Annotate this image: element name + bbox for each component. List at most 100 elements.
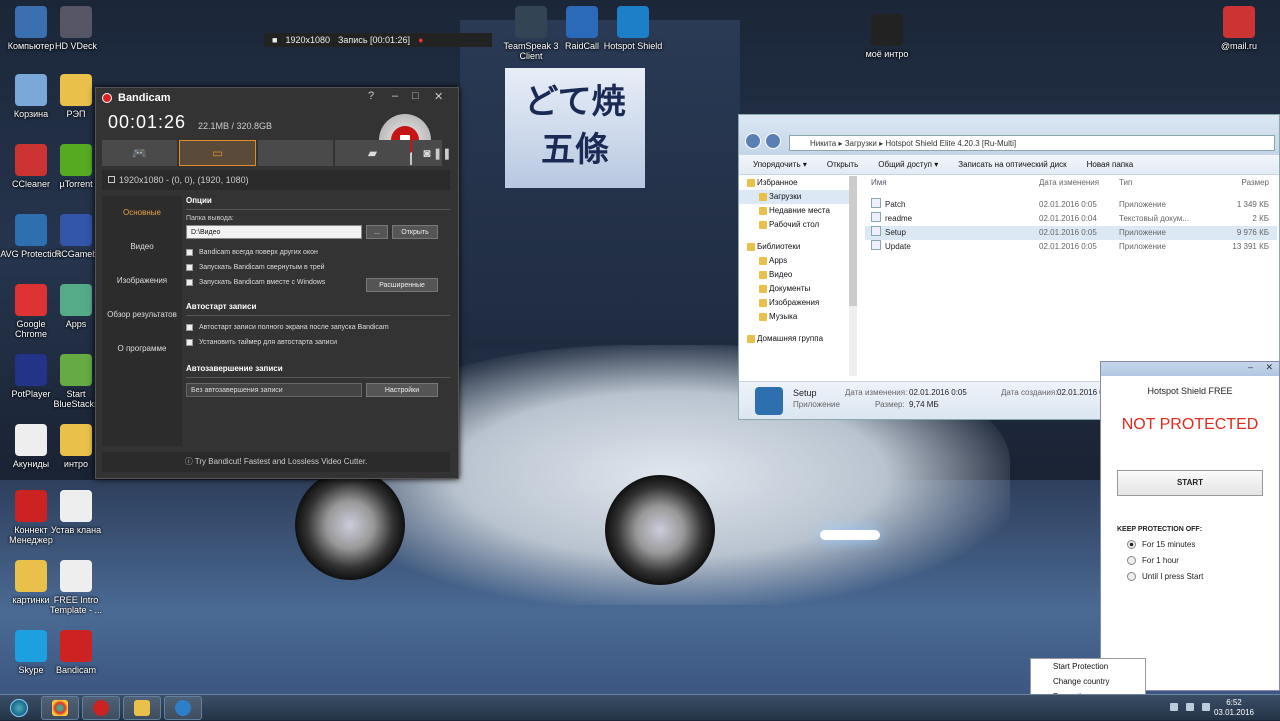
nav-item[interactable]: Избранное	[739, 176, 857, 190]
nav-item[interactable]: Музыка	[739, 310, 857, 324]
minimize-icon[interactable]: –	[392, 90, 398, 102]
checkbox-row[interactable]: Запускать Bandicam свернутым в трей	[186, 260, 450, 275]
file-row[interactable]: Patch 02.01.2016 0:05 Приложение 1 349 КБ	[865, 198, 1277, 212]
pause-icon[interactable]: ❚❚	[433, 147, 451, 160]
bandicut-promo[interactable]: ⓘ Try Bandicut! Fastest and Lossless Vid…	[102, 452, 450, 472]
details-modified-label: Дата изменения:	[845, 388, 908, 397]
start-button[interactable]	[2, 695, 36, 721]
record-icon[interactable]: ●	[418, 33, 423, 47]
toolbar-item[interactable]: Упорядочить ▾	[753, 155, 807, 174]
side-menu-item[interactable]: Изображения	[102, 264, 182, 298]
desktop-icon[interactable]: Bandicam	[45, 630, 107, 675]
nav-item[interactable]: Документы	[739, 282, 857, 296]
advanced-button[interactable]: Расширенные	[366, 278, 438, 292]
minimize-icon[interactable]: –	[1248, 362, 1253, 372]
bandicam-recording-bar[interactable]: ■ 1920x1080 Запись [00:01:26] ●	[264, 33, 492, 47]
file-row[interactable]: readme 02.01.2016 0:04 Текстовый докум... 2…	[865, 212, 1277, 226]
checkbox-row[interactable]: Bandicam всегда поверх других окон	[186, 245, 450, 260]
app-icon	[60, 144, 92, 176]
nav-item[interactable]: Библиотеки	[739, 240, 857, 254]
forward-icon[interactable]	[765, 133, 781, 149]
desktop-icon-label: моё интро	[865, 49, 909, 59]
checkbox-row[interactable]: Автостарт записи полного экрана после за…	[186, 320, 450, 335]
app-icon	[60, 560, 92, 592]
checkbox-row[interactable]: Установить таймер для автостарта записи	[186, 335, 450, 350]
column-header[interactable]: Дата изменения	[1039, 176, 1119, 190]
close-icon[interactable]: ✕	[434, 90, 443, 103]
back-icon[interactable]	[745, 133, 761, 149]
device-mode-tab[interactable]	[258, 140, 333, 166]
hotspot-title: Hotspot Shield FREE	[1147, 386, 1233, 396]
help-icon[interactable]: ?	[368, 90, 374, 102]
desktop-icon[interactable]: @mail.ru	[1208, 6, 1270, 51]
context-menu-item[interactable]: Change country	[1031, 674, 1145, 689]
file-row[interactable]: Update 02.01.2016 0:05 Приложение 13 391 КБ	[865, 240, 1277, 254]
taskbar-explorer[interactable]	[123, 696, 161, 720]
nav-item[interactable]: Рабочий стол	[739, 218, 857, 232]
desktop-icon[interactable]: моё интро	[856, 14, 918, 59]
toolbar-item[interactable]: Открыть	[827, 155, 858, 174]
column-header[interactable]: Размер	[1211, 176, 1270, 190]
toolbar-item[interactable]: Общий доступ ▾	[878, 155, 938, 174]
app-icon	[871, 14, 903, 46]
nav-item[interactable]: Недавние места	[739, 204, 857, 218]
volume-icon[interactable]	[1202, 703, 1210, 711]
side-menu-item[interactable]: Видео	[102, 230, 182, 264]
app-icon	[60, 354, 92, 386]
maximize-icon[interactable]: □	[412, 90, 419, 102]
taskbar-bandicam[interactable]	[82, 696, 120, 720]
nav-item[interactable]: Изображения	[739, 296, 857, 310]
output-folder-input[interactable]: D:\Видео	[186, 225, 362, 239]
app-icon	[15, 74, 47, 106]
settings-button[interactable]: Настройки	[366, 383, 438, 397]
taskbar-hotspot[interactable]	[164, 696, 202, 720]
checkbox[interactable]	[186, 249, 193, 256]
context-menu-item[interactable]: Start Protection	[1031, 659, 1145, 674]
checkbox[interactable]	[186, 264, 193, 271]
side-menu-item[interactable]: О программе	[102, 332, 182, 366]
desktop-icon[interactable]: FREE Intro Template - ...	[45, 560, 107, 615]
folder-icon[interactable]: ▰	[335, 140, 410, 166]
desktop-icon[interactable]: Устав клана	[45, 490, 107, 535]
open-folder-button[interactable]: Открыть	[392, 225, 438, 239]
checkbox[interactable]	[186, 324, 193, 331]
side-menu-item[interactable]: Основные	[102, 196, 182, 230]
checkbox[interactable]	[186, 339, 193, 346]
side-menu-item[interactable]: Обзор результатов	[102, 298, 182, 332]
explorer-header: Никита ▸ Загрузки ▸ Hotspot Shield Elite…	[739, 115, 1279, 155]
protection-off-option[interactable]: For 1 hour	[1127, 555, 1279, 565]
capture-mode-bar: 1920x1080 - (0, 0), (1920, 1080)	[102, 170, 450, 190]
clock-date: 03.01.2016	[1213, 708, 1254, 717]
nav-item[interactable]: Видео	[739, 268, 857, 282]
network-icon[interactable]	[1170, 703, 1178, 711]
screen-mode-tab[interactable]: ▭	[179, 140, 256, 166]
toolbar-item[interactable]: Новая папка	[1087, 155, 1134, 174]
start-button[interactable]: START	[1117, 470, 1263, 496]
close-icon[interactable]: ✕	[1265, 362, 1273, 373]
radio-button[interactable]	[1127, 539, 1136, 549]
desktop-icon[interactable]: HD VDeck	[45, 6, 107, 51]
protection-off-option[interactable]: Until I press Start	[1127, 571, 1279, 581]
checkbox[interactable]	[186, 279, 193, 286]
protection-off-option[interactable]: For 15 minutes	[1127, 539, 1279, 549]
nav-item[interactable]: Загрузки	[739, 190, 857, 204]
desktop-icon[interactable]: Hotspot Shield	[602, 6, 664, 51]
game-mode-tab[interactable]: 🎮	[102, 140, 177, 166]
nav-item[interactable]: Apps	[739, 254, 857, 268]
file-row[interactable]: Setup 02.01.2016 0:05 Приложение 9 976 КБ	[865, 226, 1277, 240]
nav-scrollbar[interactable]	[849, 176, 857, 376]
bandicam-titlebar[interactable]: Bandicam	[96, 88, 458, 108]
hotspot-titlebar[interactable]: – ✕	[1101, 362, 1279, 376]
taskbar-chrome[interactable]	[41, 696, 79, 720]
browse-button[interactable]: ...	[366, 225, 388, 239]
flag-icon[interactable]	[1186, 703, 1194, 711]
nav-item[interactable]: Домашняя группа	[739, 332, 857, 346]
toolbar-item[interactable]: Записать на оптический диск	[958, 155, 1066, 174]
taskbar-clock[interactable]: 6:52 03.01.2016	[1214, 698, 1254, 718]
radio-button[interactable]	[1127, 571, 1136, 581]
address-bar[interactable]: Никита ▸ Загрузки ▸ Hotspot Shield Elite…	[789, 135, 1275, 151]
radio-button[interactable]	[1127, 555, 1136, 565]
column-header[interactable]: Имя	[865, 176, 1039, 190]
autoend-select[interactable]: Без автозавершения записи	[186, 383, 362, 397]
column-header[interactable]: Тип	[1119, 176, 1211, 190]
